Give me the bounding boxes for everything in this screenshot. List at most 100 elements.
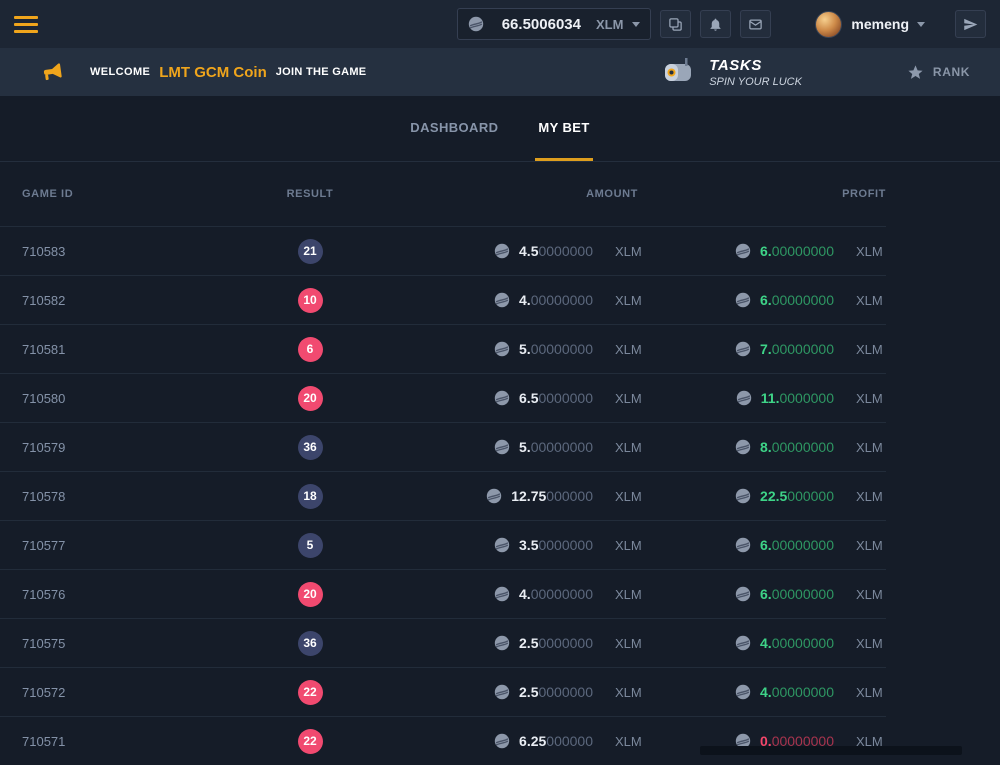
coin-icon [494, 684, 510, 700]
amount-currency: XLM [615, 440, 645, 455]
game-id: 710583 [0, 244, 250, 259]
coin-icon [735, 292, 751, 308]
coin-icon [735, 439, 751, 455]
result-badge: 5 [298, 533, 323, 558]
coin-icon [736, 390, 752, 406]
profit-currency: XLM [856, 342, 886, 357]
amount-dim: 0000000 [538, 243, 593, 259]
coin-icon [735, 684, 751, 700]
profit-dim: 00000000 [772, 341, 834, 357]
profit-currency: XLM [856, 244, 886, 259]
game-id: 710572 [0, 685, 250, 700]
result-badge: 20 [298, 582, 323, 607]
coin-icon [494, 341, 510, 357]
amount-dim: 0000000 [538, 684, 593, 700]
amount-strong: 4.5 [519, 243, 538, 259]
envelope-icon [748, 17, 763, 32]
table-row: 710581 6 5.00000000 XLM 7.00000000 XLM [0, 324, 886, 373]
coin-icon [494, 733, 510, 749]
coin-icon [494, 635, 510, 651]
profit-currency: XLM [856, 538, 886, 553]
menu-icon[interactable] [14, 16, 38, 33]
profit-currency: XLM [856, 391, 886, 406]
amount-currency: XLM [615, 244, 645, 259]
amount-strong: 4. [519, 292, 531, 308]
result-badge: 22 [298, 729, 323, 754]
tasks-title: TASKS [709, 57, 802, 74]
profit-dim: 00000000 [772, 537, 834, 553]
game-id: 710579 [0, 440, 250, 455]
profit-strong: 8. [760, 439, 772, 455]
amount-strong: 6.25 [519, 733, 546, 749]
column-header-amount: AMOUNT [370, 188, 645, 200]
tab-dashboard[interactable]: DASHBOARD [407, 96, 501, 161]
rank-widget[interactable]: RANK [907, 64, 970, 81]
profit-dim: 00000000 [772, 292, 834, 308]
amount-dim: 00000000 [531, 341, 593, 357]
result-badge: 10 [298, 288, 323, 313]
tasks-text: TASKS SPIN YOUR LUCK [709, 57, 802, 88]
amount-dim: 0000000 [538, 537, 593, 553]
amount-strong: 6.5 [519, 390, 538, 406]
profit-strong: 22.5 [760, 488, 787, 504]
profit-dim: 00000000 [772, 635, 834, 651]
bet-table: GAME ID RESULT AMOUNT PROFIT 710583 21 4… [0, 162, 886, 765]
horizontal-scrollbar[interactable] [700, 746, 962, 755]
amount-cell: 4.50000000 XLM [370, 243, 645, 259]
bet-table-body: 710583 21 4.50000000 XLM 6.00000000 XLM … [0, 226, 886, 765]
profit-currency: XLM [856, 636, 886, 651]
profit-dim: 00000000 [772, 439, 834, 455]
profit-strong: 4. [760, 684, 772, 700]
game-id: 710576 [0, 587, 250, 602]
column-header-result: RESULT [250, 188, 370, 200]
messages-button[interactable] [740, 10, 771, 38]
coin-icon [735, 243, 751, 259]
profit-strong: 6. [760, 586, 772, 602]
copy-button[interactable] [660, 10, 691, 38]
coin-icon [735, 537, 751, 553]
username[interactable]: memeng [851, 16, 909, 32]
amount-currency: XLM [615, 342, 645, 357]
chevron-down-icon[interactable] [917, 22, 925, 27]
result-badge: 36 [298, 435, 323, 460]
balance-selector[interactable]: 66.5006034 XLM [457, 8, 652, 40]
amount-dim: 0000000 [538, 390, 593, 406]
result-badge: 21 [298, 239, 323, 264]
balance-amount: 66.5006034 [502, 16, 581, 33]
game-id: 710577 [0, 538, 250, 553]
balance-currency: XLM [596, 17, 623, 32]
amount-currency: XLM [615, 685, 645, 700]
amount-currency: XLM [615, 293, 645, 308]
coin-icon [494, 537, 510, 553]
profit-cell: 7.00000000 XLM [645, 341, 886, 357]
result-badge: 22 [298, 680, 323, 705]
chat-button[interactable] [955, 10, 986, 38]
send-icon [963, 17, 978, 32]
coin-icon [735, 586, 751, 602]
result-badge: 20 [298, 386, 323, 411]
amount-strong: 2.5 [519, 635, 538, 651]
mailbox-icon [657, 56, 697, 88]
coin-icon [468, 16, 484, 32]
tasks-widget[interactable]: TASKS SPIN YOUR LUCK [657, 56, 802, 88]
table-row: 710580 20 6.50000000 XLM 11.0000000 XLM [0, 373, 886, 422]
profit-strong: 11. [761, 390, 780, 406]
amount-strong: 5. [519, 439, 531, 455]
star-icon [907, 64, 924, 81]
announcement-bar: WELCOME LMT GCM Coin JOIN THE GAME TASKS… [0, 48, 1000, 96]
tab-my-bet[interactable]: MY BET [535, 96, 592, 161]
profit-currency: XLM [856, 489, 886, 504]
amount-cell: 4.00000000 XLM [370, 292, 645, 308]
result-badge: 36 [298, 631, 323, 656]
amount-dim: 000000 [546, 488, 593, 504]
amount-dim: 00000000 [531, 439, 593, 455]
game-id: 710581 [0, 342, 250, 357]
avatar[interactable] [815, 11, 842, 38]
coin-icon [735, 488, 751, 504]
profit-strong: 7. [760, 341, 772, 357]
notifications-button[interactable] [700, 10, 731, 38]
megaphone-icon [40, 60, 64, 84]
coin-icon [486, 488, 502, 504]
amount-cell: 2.50000000 XLM [370, 635, 645, 651]
amount-cell: 6.50000000 XLM [370, 390, 645, 406]
